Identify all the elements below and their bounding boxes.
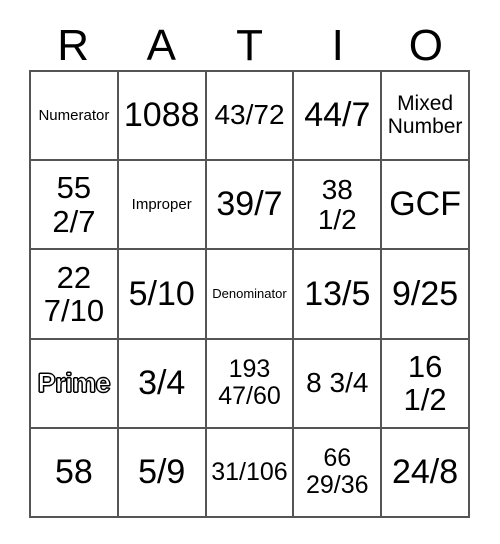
bingo-cell-label: 1088 <box>123 96 200 135</box>
bingo-cell-r1-c2[interactable]: 39/7 <box>206 161 295 251</box>
bingo-cell-r0-c0[interactable]: Numerator <box>31 72 119 162</box>
bingo-cell-r0-c2[interactable]: 43/72 <box>206 72 295 162</box>
bingo-cell-label: Mixed Number <box>387 91 463 138</box>
bingo-cell-label: GCF <box>389 185 461 224</box>
bingo-cell-label: 38 1/2 <box>317 173 357 235</box>
bingo-cell-r3-c1[interactable]: 3/4 <box>118 339 207 429</box>
bingo-cell-label: 22 7/10 <box>43 259 105 328</box>
bingo-cell-label: 66 29/36 <box>306 444 369 500</box>
bingo-cell-r2-c4[interactable]: 9/25 <box>382 250 470 340</box>
bingo-header-letter-1: A <box>146 21 176 70</box>
bingo-cell-label: Prime <box>37 367 111 398</box>
bingo-row: Prime 3/4 193 47/60 8 3/4 16 1/2 <box>31 339 470 429</box>
bingo-cell-label: 58 <box>54 453 93 492</box>
bingo-cell-label: 193 47/60 <box>218 355 281 411</box>
bingo-header-letter-0: R <box>57 21 89 70</box>
bingo-cell-r4-c3[interactable]: 66 29/36 <box>294 428 383 519</box>
bingo-cell-r1-c0[interactable]: 55 2/7 <box>31 161 119 251</box>
bingo-cell-label: 43/72 <box>214 99 285 131</box>
bingo-card: R A T I O Numerator 1088 43/72 44/7 Mixed Number… <box>0 0 500 544</box>
bingo-cell-label: 5/10 <box>128 274 195 313</box>
bingo-cell-r0-c1[interactable]: 1088 <box>118 72 207 162</box>
bingo-row: 55 2/7 Improper 39/7 38 1/2 GCF <box>31 161 470 251</box>
bingo-row: 22 7/10 5/10 Denominator 13/5 9/25 <box>31 250 470 340</box>
bingo-cell-r2-c3[interactable]: 13/5 <box>294 250 383 340</box>
bingo-cell-label: Denominator <box>212 285 287 301</box>
bingo-cell-label: 55 2/7 <box>52 170 96 239</box>
bingo-cell-label: 16 1/2 <box>403 348 447 418</box>
bingo-header-letter-4: O <box>408 21 444 70</box>
bingo-header-row: RATIO <box>29 14 470 70</box>
bingo-cell-r4-c4[interactable]: 24/8 <box>382 428 470 519</box>
bingo-row: 58 5/9 31/106 66 29/36 24/8 <box>31 428 470 519</box>
bingo-cell-r3-c2[interactable]: 193 47/60 <box>206 339 295 429</box>
bingo-cell-label: 9/25 <box>391 274 459 313</box>
bingo-header-letter-2: T <box>236 21 263 70</box>
bingo-cell-r2-c1[interactable]: 5/10 <box>118 250 207 340</box>
bingo-cell-r1-c1[interactable]: Improper <box>118 161 207 251</box>
bingo-cell-r1-c4[interactable]: GCF <box>382 161 470 251</box>
bingo-cell-r2-c0[interactable]: 22 7/10 <box>31 250 119 340</box>
bingo-cell-label: 24/8 <box>391 453 459 492</box>
bingo-cell-label: 39/7 <box>216 185 283 224</box>
bingo-row: Numerator 1088 43/72 44/7 Mixed Number <box>31 72 470 162</box>
bingo-grid: Numerator 1088 43/72 44/7 Mixed Number 55 2/7… <box>29 70 470 519</box>
bingo-cell-r4-c1[interactable]: 5/9 <box>118 428 207 519</box>
bingo-cell-label: 3/4 <box>138 363 186 402</box>
bingo-cell-label: 8 3/4 <box>306 367 369 399</box>
bingo-cell-r3-c3[interactable]: 8 3/4 <box>294 339 383 429</box>
bingo-cell-label: 13/5 <box>304 274 371 313</box>
bingo-cell-label: 5/9 <box>138 453 186 492</box>
bingo-cell-r4-c0[interactable]: 58 <box>31 428 119 519</box>
bingo-cell-r0-c4[interactable]: Mixed Number <box>382 72 470 162</box>
bingo-header-letter-3: I <box>331 21 344 70</box>
bingo-cell-label: 44/7 <box>304 96 371 135</box>
bingo-cell-r1-c3[interactable]: 38 1/2 <box>294 161 383 251</box>
bingo-cell-r0-c3[interactable]: 44/7 <box>294 72 383 162</box>
bingo-cell-r3-c4[interactable]: 16 1/2 <box>382 339 470 429</box>
bingo-cell-label: Improper <box>131 195 192 213</box>
bingo-cell-r2-c2[interactable]: Denominator <box>206 250 295 340</box>
bingo-cell-label: 31/106 <box>211 457 288 486</box>
bingo-cell-r4-c2[interactable]: 31/106 <box>206 428 295 519</box>
bingo-cell-label: Numerator <box>38 106 110 124</box>
bingo-cell-r3-c0[interactable]: Prime <box>31 339 119 429</box>
